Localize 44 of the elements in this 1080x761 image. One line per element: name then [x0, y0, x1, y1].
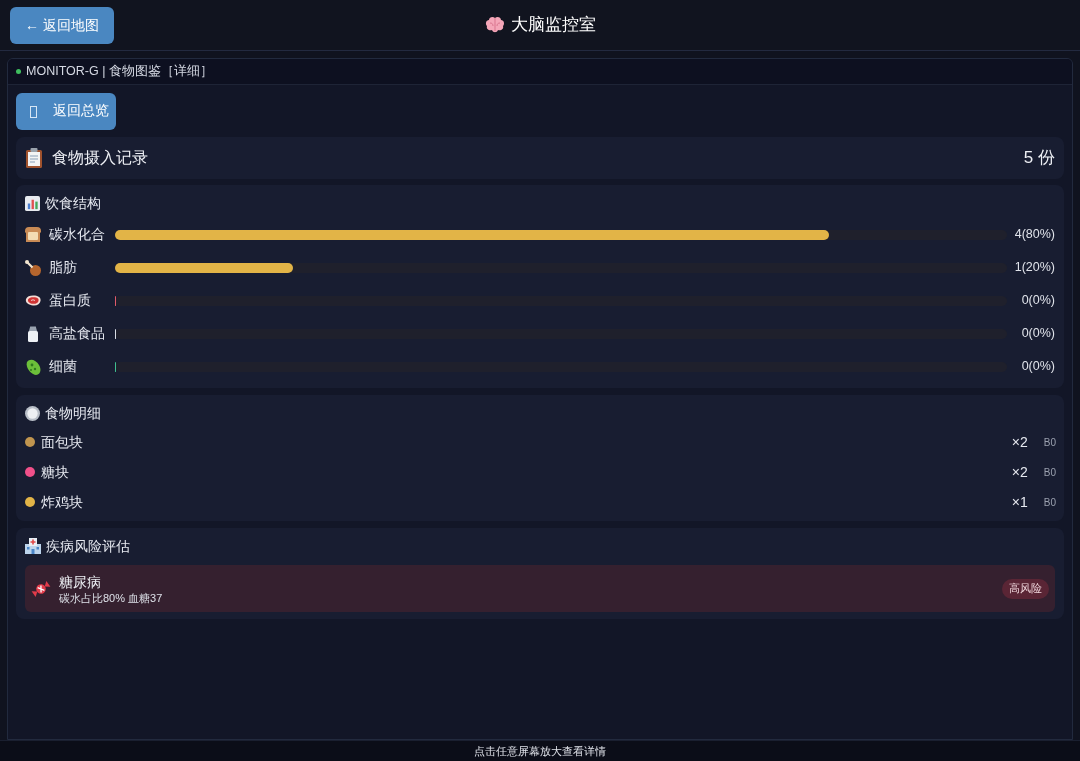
risk-level-badge: 高风险 [1002, 578, 1049, 599]
section-title: 食物摄入记录 [52, 148, 148, 168]
microbe-icon [25, 358, 41, 375]
candy-icon [31, 578, 51, 599]
quantity-text: ×2 [1011, 432, 1028, 452]
food-code: B0 [1043, 465, 1056, 480]
disease-name: 糖尿病 [59, 572, 102, 591]
total-count: 5 份 [1023, 147, 1055, 170]
rectangle-outline-icon [30, 105, 37, 118]
nutrient-label: 脂肪 [49, 258, 78, 277]
count-reading: 0(0%) [1020, 325, 1055, 343]
back-to-map-button[interactable]: ← 返回地图 [10, 6, 114, 44]
plate-icon [25, 405, 40, 421]
food-code: B0 [1043, 495, 1056, 510]
nutrient-label: 蛋白质 [49, 291, 92, 310]
brain-icon [484, 16, 505, 34]
quantity-text: ×2 [1011, 462, 1028, 482]
steak-icon [25, 295, 41, 306]
drumstick-icon [25, 259, 41, 276]
section-title: 饮食结构 [45, 193, 101, 213]
nutrient-label: 细菌 [49, 357, 78, 376]
food-name: 糖块 [41, 462, 69, 482]
food-name: 面包块 [41, 432, 83, 452]
count-reading: 0(0%) [1020, 292, 1055, 310]
count-reading: 4(80%) [1013, 226, 1055, 244]
count-reading: 1(20%) [1013, 259, 1055, 277]
risk-detail: 碳水占比80% 血糖37 [59, 590, 163, 605]
section-title: 疾病风险评估 [46, 536, 130, 556]
food-code: B0 [1043, 435, 1056, 450]
nutrient-label: 碳水化合 [49, 225, 106, 244]
bread-icon [25, 227, 41, 242]
hint-text: 点击任意屏幕放大查看详情 [474, 743, 606, 759]
page-title: 大脑监控室 [510, 14, 596, 37]
section-title: 食物明细 [45, 403, 101, 423]
hospital-icon [25, 538, 41, 554]
bar-chart-icon [25, 195, 40, 211]
nutrient-label: 高盐食品 [49, 324, 106, 343]
breadcrumb-text: MONITOR-G | 食物图鉴［详细］ [26, 63, 213, 81]
back-to-overview-button[interactable]: 返回总览 [16, 93, 116, 130]
count-reading: 0(0%) [1020, 358, 1055, 376]
salt-shaker-icon [28, 325, 38, 342]
quantity-text: ×1 [1011, 492, 1028, 512]
clipboard-icon [25, 148, 43, 168]
food-name: 炸鸡块 [41, 492, 83, 512]
